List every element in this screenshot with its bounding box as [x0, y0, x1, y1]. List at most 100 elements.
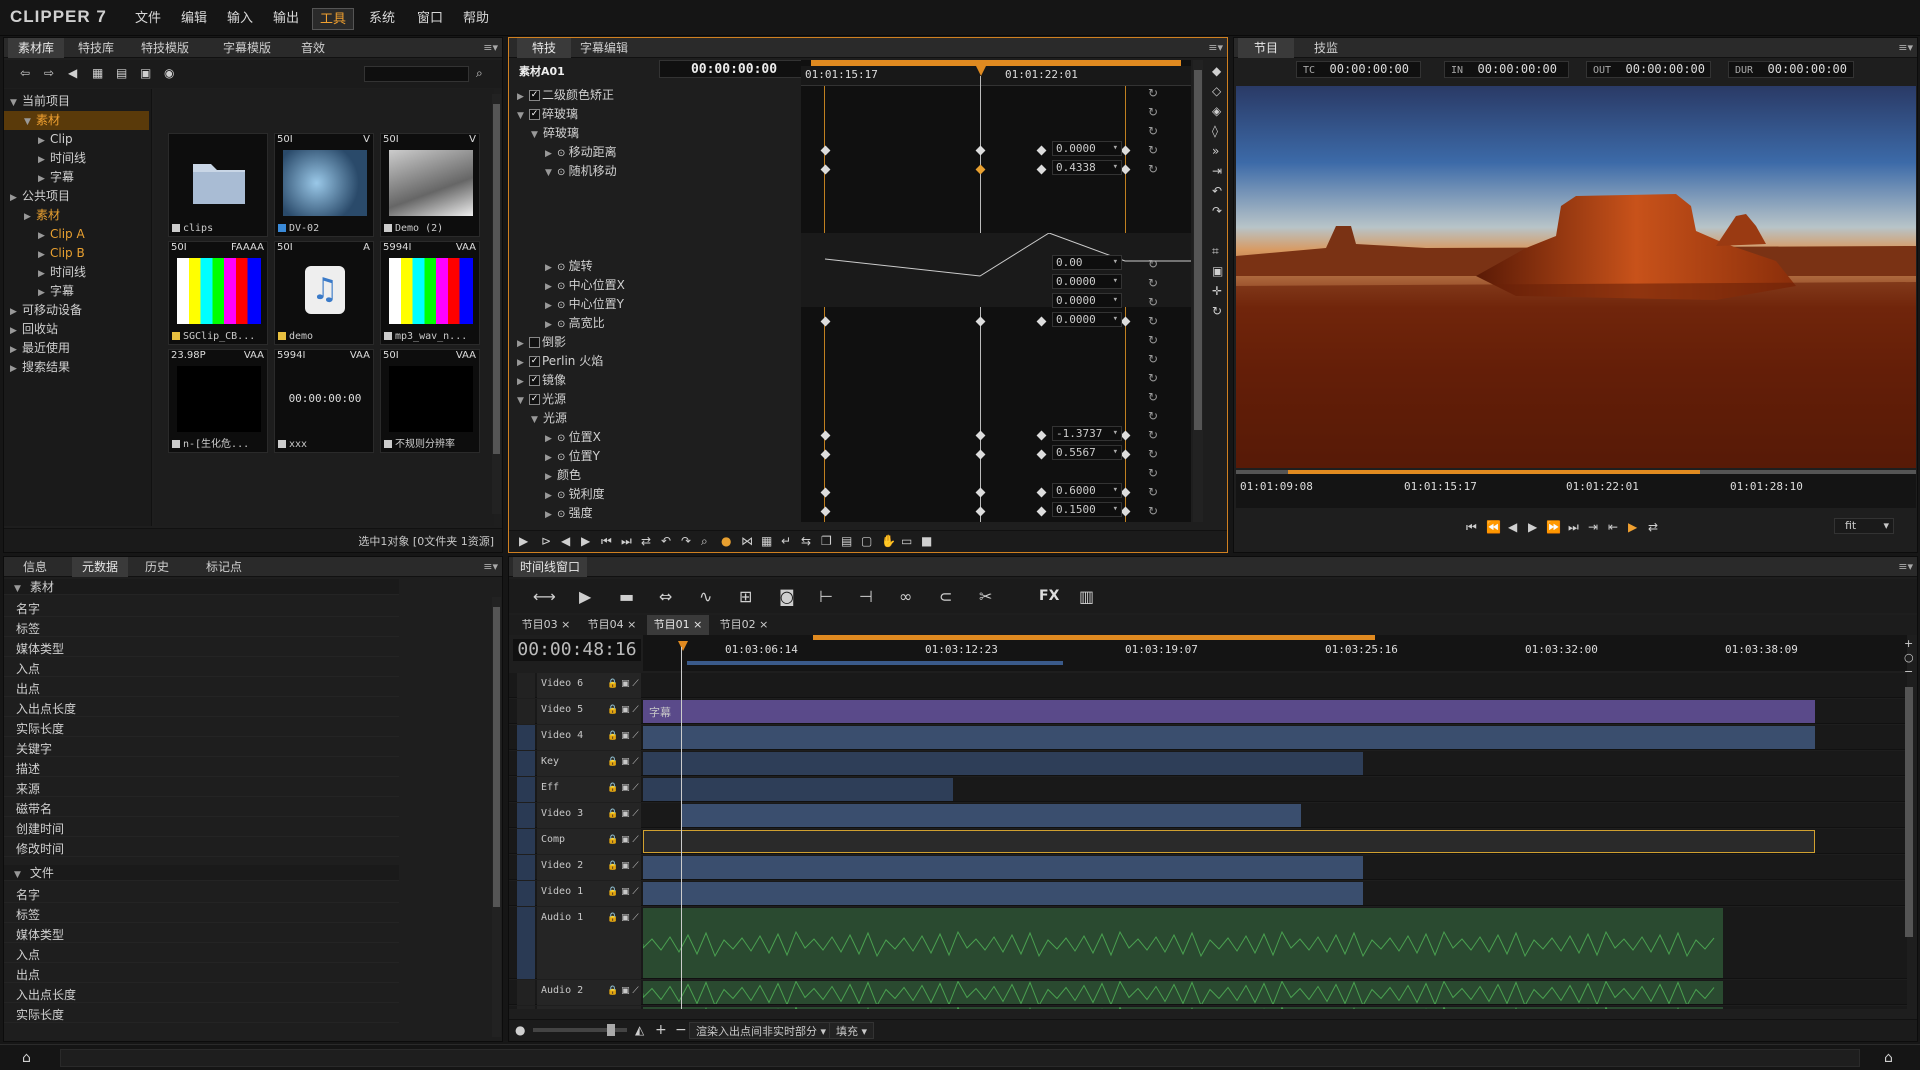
tree-item[interactable]: ▶ 时间线 — [4, 263, 149, 282]
metadata-row[interactable]: 标签 — [4, 907, 399, 923]
reset-icon[interactable]: ↻ — [1148, 124, 1158, 138]
monitor-icon[interactable]: ▭ — [901, 534, 912, 548]
expand-down-icon[interactable]: ▼ — [14, 867, 26, 883]
track-select[interactable] — [517, 907, 535, 979]
media-thumbnail[interactable]: 5994I VAA mp3_wav_n... — [380, 241, 480, 345]
track-lock-icon[interactable]: 🔒 ▣ ⟋ — [607, 855, 639, 877]
expand-right-icon[interactable]: ▶ — [545, 449, 557, 467]
metadata-row[interactable]: 出点 — [4, 681, 399, 697]
keyframe-toggle-icon[interactable]: ⊙ — [557, 281, 569, 292]
redo-icon[interactable]: ↷ — [681, 534, 691, 548]
grid-icon[interactable]: ▦ — [761, 534, 772, 548]
fx-param-row[interactable]: ▶ ⊙ 中心位置Y — [509, 295, 799, 313]
track-select[interactable] — [517, 980, 535, 1005]
library-scrollbar[interactable] — [492, 94, 501, 514]
reset-icon[interactable]: ↻ — [1148, 447, 1158, 461]
media-thumbnail[interactable]: 50I VAA 不规则分辨率 — [380, 349, 480, 453]
menu-edit[interactable]: 编辑 — [174, 8, 214, 30]
fx-param-row[interactable]: ▶ ⊙ 强度 — [509, 504, 799, 522]
track-header[interactable]: Video 3 🔒 ▣ ⟋ — [537, 803, 641, 828]
reset-icon[interactable]: ↻ — [1148, 409, 1158, 423]
metadata-row[interactable]: 实际长度 — [4, 721, 399, 737]
metadata-row[interactable]: 媒体类型 — [4, 927, 399, 943]
doc-icon[interactable]: ▢ — [861, 534, 872, 548]
zoom-in-icon[interactable]: + — [1904, 637, 1913, 650]
menu-tools[interactable]: 工具 — [312, 8, 355, 30]
fx-param-value[interactable]: 0.5567 — [1052, 445, 1122, 460]
metadata-row[interactable]: 媒体类型 — [4, 641, 399, 657]
keyframe-toggle-icon[interactable]: ⊙ — [557, 300, 569, 311]
next-edit-icon[interactable]: ⏩ — [1546, 520, 1561, 534]
video-clip[interactable] — [643, 830, 1815, 853]
keyframe-marker[interactable] — [1120, 145, 1131, 156]
keyframe-toggle-icon[interactable]: ⊙ — [557, 452, 569, 463]
keyframe-marker[interactable] — [820, 430, 831, 441]
remove-keyframe-icon[interactable]: ◇ — [1212, 84, 1221, 98]
tab-effects[interactable]: 特技 — [517, 38, 571, 58]
tree-item[interactable]: ▶ 字幕 — [4, 282, 149, 301]
tree-item[interactable]: ▶ 素材 — [4, 206, 149, 225]
fx-param-row[interactable]: ▶ ✓ 二级颜色矫正 — [509, 86, 799, 104]
film-icon[interactable]: ▤ — [116, 66, 127, 80]
tree-item[interactable]: ▼ 素材 — [4, 111, 149, 130]
keyframe-marker[interactable] — [1036, 506, 1047, 517]
audio-clip[interactable] — [642, 980, 1723, 1007]
track-header[interactable]: Video 2 🔒 ▣ ⟋ — [537, 855, 641, 880]
tree-item[interactable]: ▶ 公共项目 — [4, 187, 149, 206]
capture-icon[interactable]: ▣ — [140, 66, 151, 80]
slip-icon[interactable]: ⇔ — [659, 587, 672, 606]
tab-media-library[interactable]: 素材库 — [8, 38, 64, 58]
tree-item[interactable]: ▶ Clip — [4, 130, 149, 149]
fx-param-row[interactable]: ▼ ✓ 碎玻璃 — [509, 105, 799, 123]
curve-area[interactable] — [801, 233, 1191, 307]
track-select[interactable] — [517, 803, 535, 828]
expand-right-icon[interactable]: ▶ — [545, 506, 557, 524]
fx-param-row[interactable]: ▶ 倒影 — [509, 333, 799, 351]
track-select[interactable] — [517, 881, 535, 906]
tree-item[interactable]: ▼ 当前项目 — [4, 92, 149, 111]
keyframe-toggle-icon[interactable]: ⊙ — [557, 490, 569, 501]
fx-param-value[interactable]: 0.00 — [1052, 255, 1122, 270]
tab-history[interactable]: 历史 — [134, 557, 180, 577]
reset-icon[interactable]: ↻ — [1148, 314, 1158, 328]
media-thumbnail[interactable]: clips — [168, 133, 268, 237]
reset-icon[interactable]: ↻ — [1148, 276, 1158, 290]
keyframe-marker[interactable] — [820, 449, 831, 460]
track-lock-icon[interactable]: 🔒 ▣ ⟋ — [607, 803, 639, 825]
close-icon[interactable]: × — [756, 618, 768, 631]
keyframe-marker[interactable] — [820, 164, 831, 175]
fx-param-value[interactable]: 0.4338 — [1052, 160, 1122, 175]
track-lock-icon[interactable]: 🔒 ▣ ⟋ — [607, 980, 639, 1002]
fx-param-row[interactable]: ▶ ⊙ 旋转 — [509, 257, 799, 275]
keyframe-toggle-icon[interactable]: ⊙ — [557, 262, 569, 273]
video-clip[interactable] — [643, 726, 1815, 749]
tab-title-templates[interactable]: 字幕模版 — [210, 38, 284, 58]
prev-keyframe-icon[interactable]: ◈ — [1212, 104, 1221, 118]
keyframe-marker[interactable] — [820, 316, 831, 327]
program-ruler[interactable]: 01:01:09:08 01:01:15:17 01:01:22:01 01:0… — [1236, 470, 1916, 508]
video-clip[interactable] — [643, 882, 1363, 905]
fx-param-row[interactable]: ▶ ⊙ 锐利度 — [509, 485, 799, 503]
square-icon[interactable]: ▣ — [1212, 264, 1223, 278]
hand-icon[interactable]: ✋ — [881, 534, 896, 548]
save-icon[interactable]: ▤ — [841, 534, 852, 548]
media-thumbnail[interactable]: 50I V Demo (2) — [380, 133, 480, 237]
forward-icon[interactable]: ⇨ — [44, 66, 54, 80]
timeline-timecode[interactable]: 00:00:48:16 — [513, 639, 641, 661]
swap-icon[interactable]: ⇆ — [801, 534, 811, 548]
track-select[interactable] — [517, 1006, 535, 1009]
metadata-section[interactable]: ▼ 素材 — [4, 579, 399, 595]
keyframe-marker[interactable] — [1120, 316, 1131, 327]
keyframe-toggle-icon[interactable]: ⊙ — [557, 167, 569, 178]
step-forward-icon[interactable]: ▶ — [581, 534, 590, 548]
track-select[interactable] — [517, 725, 535, 750]
video-clip[interactable] — [681, 804, 1301, 827]
track-lock-icon[interactable]: 🔒 ▣ ⟋ — [607, 673, 639, 695]
metadata-row[interactable]: 入出点长度 — [4, 987, 399, 1003]
expand-down-icon[interactable]: ▼ — [531, 411, 543, 429]
keyframe-marker[interactable] — [975, 316, 986, 327]
fx-param-value[interactable]: -1.3737 — [1052, 426, 1122, 441]
track-select[interactable] — [517, 777, 535, 802]
track-select[interactable] — [517, 699, 535, 724]
home-icon[interactable]: ⌂ — [22, 1050, 31, 1066]
